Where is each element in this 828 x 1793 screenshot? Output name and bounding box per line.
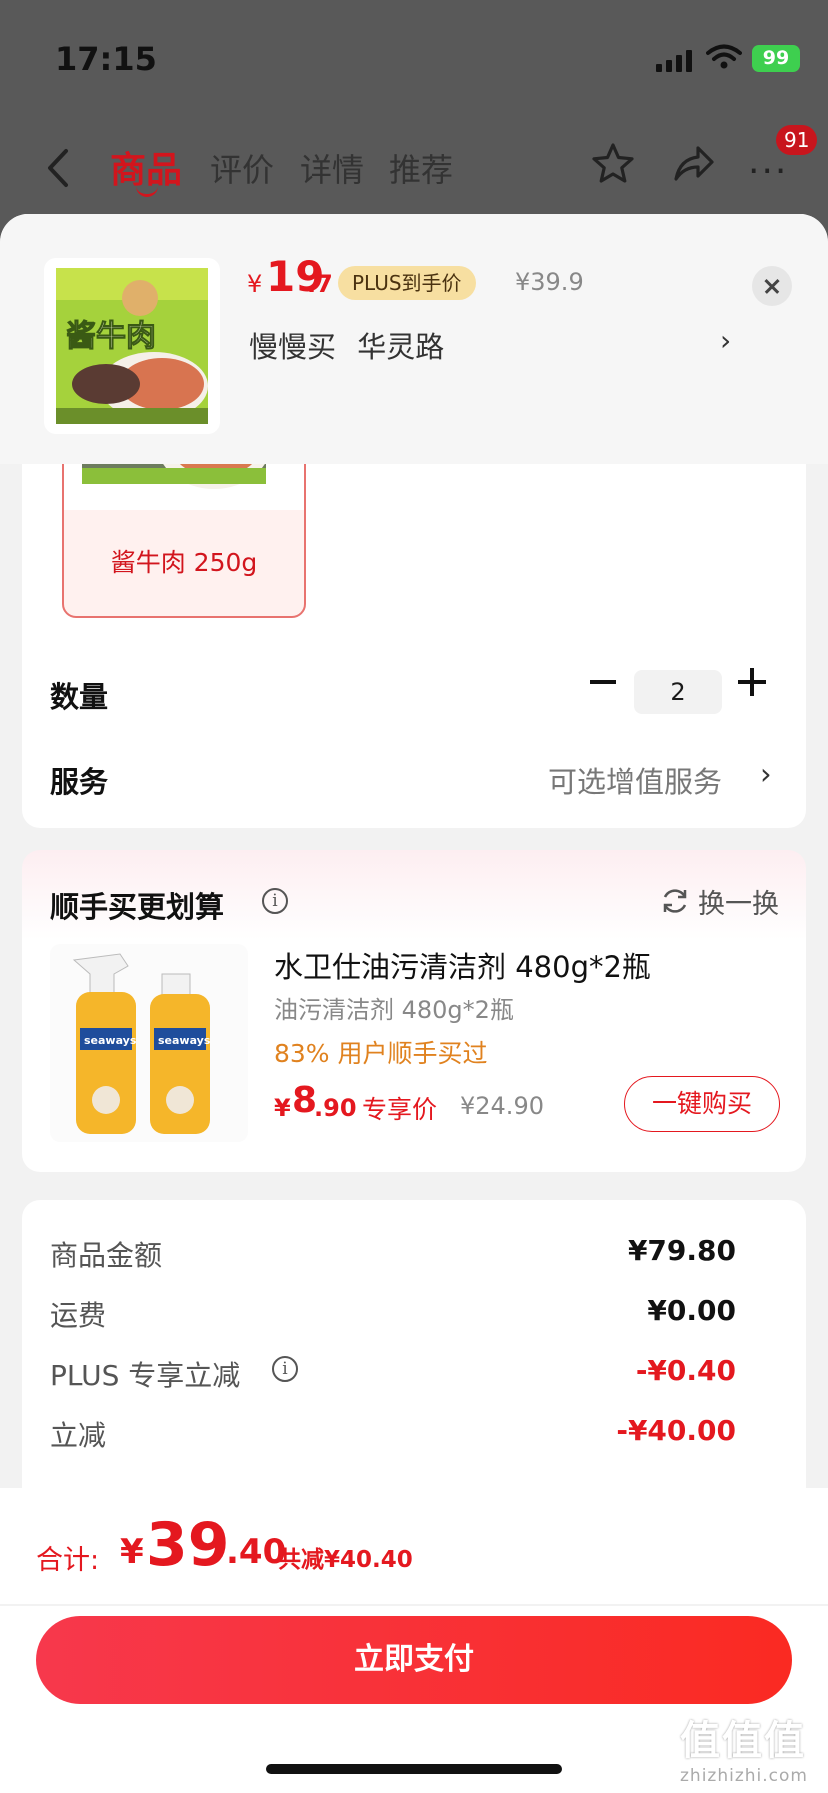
cleaner-bottles-image: seaways seaways: [50, 944, 248, 1142]
cellular-signal-icon: [656, 50, 692, 72]
beef-package-image: 酱牛肉: [56, 268, 208, 424]
service-label: 服务: [50, 765, 109, 799]
bundle-product-name[interactable]: 水卫仕油污清洁剂 480g*2瓶: [274, 944, 651, 986]
summary-value-plus-discount: -¥0.40: [635, 1354, 736, 1387]
price-currency: ¥: [247, 270, 263, 298]
battery-level: 99: [762, 47, 790, 69]
bottle-brand-text-2: seaways: [158, 1034, 211, 1047]
bundle-title: 顺手买更划算: [50, 890, 225, 924]
bundle-bought-rate: 83% 用户顺手买过: [274, 1039, 488, 1068]
price-decimal: .7: [307, 270, 333, 298]
watermark-site: zhizhizhi.com: [680, 1766, 808, 1786]
bottle-brand-text: seaways: [84, 1034, 137, 1047]
share-icon[interactable]: [668, 139, 718, 189]
plus-discount-info-icon[interactable]: i: [272, 1356, 298, 1382]
quantity-increase-button[interactable]: [738, 668, 766, 696]
home-indicator[interactable]: [266, 1764, 562, 1774]
divider: [0, 1604, 828, 1606]
delivery-address[interactable]: 慢慢买 华灵路: [249, 324, 444, 366]
bundle-price-currency: ¥: [274, 1094, 291, 1122]
service-chevron-icon[interactable]: ›: [760, 757, 772, 791]
refresh-icon[interactable]: [660, 886, 690, 916]
total-currency: ¥: [120, 1532, 144, 1572]
total-saving: 共减¥40.40: [278, 1547, 413, 1573]
summary-value-shipping: ¥0.00: [647, 1294, 736, 1327]
info-icon[interactable]: i: [262, 888, 288, 914]
exclusive-price-label: 专享价: [362, 1095, 438, 1124]
battery-icon: 99: [752, 45, 800, 72]
service-value[interactable]: 可选增值服务: [548, 759, 722, 801]
close-sheet-button[interactable]: [752, 266, 792, 306]
quantity-input[interactable]: 2: [634, 670, 722, 714]
bundle-product-spec: 油污清洁剂 480g*2瓶: [274, 996, 514, 1024]
more-options-icon[interactable]: ···: [748, 151, 788, 192]
tab-reviews[interactable]: 评价: [210, 145, 274, 191]
checkout-bar: 合计: ¥ 39 .40 共减¥40.40 立即支付 值值值 zhizhizhi…: [0, 1488, 828, 1793]
total-label: 合计:: [36, 1545, 100, 1576]
bundle-product-image[interactable]: seaways seaways: [50, 944, 248, 1142]
quantity-decrease-button[interactable]: [590, 680, 616, 684]
tab-details[interactable]: 详情: [300, 145, 364, 191]
product-thumbnail: 酱牛肉: [44, 258, 220, 434]
product-summary-header: 酱牛肉 ¥ 19 .7 PLUS到手价 ¥39.9 慢慢买 华灵路 ›: [0, 214, 828, 464]
total-integer: 39: [146, 1510, 230, 1580]
summary-label-discount: 立减: [50, 1419, 107, 1452]
watermark-logo: 值值值: [680, 1718, 806, 1764]
plus-price-tag: PLUS到手价: [338, 266, 476, 300]
address-chevron-icon[interactable]: ›: [720, 324, 731, 357]
back-arrow-icon[interactable]: [42, 145, 76, 191]
summary-value-subtotal: ¥79.80: [627, 1234, 736, 1267]
summary-label-subtotal: 商品金额: [50, 1239, 163, 1272]
summary-label-shipping: 运费: [50, 1299, 107, 1332]
bundle-offer-card: 顺手买更划算 i 换一换 seaways seaways 水卫仕油污清洁剂 48…: [22, 850, 806, 1172]
swap-button[interactable]: 换一换: [698, 882, 779, 921]
pay-now-button[interactable]: 立即支付: [36, 1616, 792, 1704]
product-nav-bar: 商品 评价 详情 推荐 ··· 91: [0, 125, 828, 215]
active-tab-indicator: [136, 185, 158, 197]
star-favorite-icon[interactable]: [588, 139, 638, 189]
bundle-original-price: ¥24.90: [460, 1092, 544, 1120]
summary-value-discount: -¥40.00: [616, 1414, 736, 1447]
quantity-label: 数量: [50, 680, 109, 714]
message-count-badge: 91: [776, 125, 818, 155]
purchase-sheet: 酱牛肉 250g 数量 2 服务 可选增值服务 › 酱牛肉 ¥ 19 .7 PL…: [0, 214, 828, 1793]
status-bar: 17:15 99: [0, 0, 828, 120]
sku-option-label: 酱牛肉 250g: [110, 548, 258, 577]
one-click-buy-button[interactable]: 一键购买: [624, 1076, 780, 1132]
status-time: 17:15: [55, 40, 157, 78]
wifi-icon: [706, 44, 742, 69]
original-price: ¥39.9: [515, 268, 584, 296]
bundle-price-decimal: .90: [314, 1094, 357, 1122]
tab-recommend[interactable]: 推荐: [389, 145, 453, 191]
package-text: 酱牛肉: [66, 319, 156, 354]
summary-label-plus-discount: PLUS 专享立减: [50, 1359, 241, 1392]
